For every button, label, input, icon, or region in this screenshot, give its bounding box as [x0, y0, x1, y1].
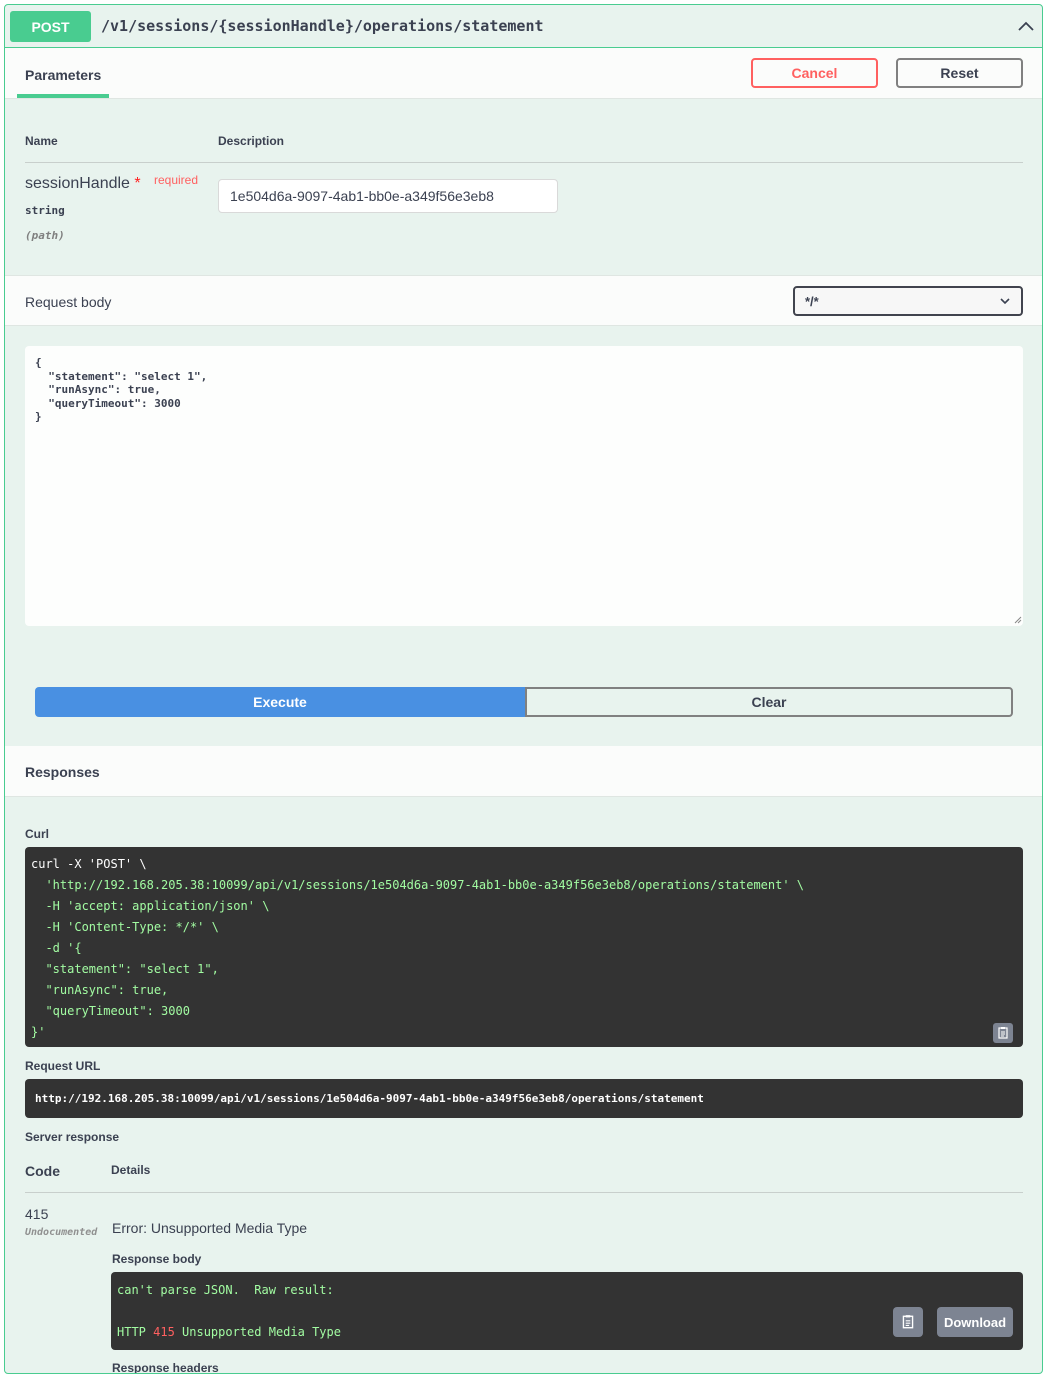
session-handle-input[interactable]	[218, 179, 558, 213]
response-body-line: can't parse JSON. Raw result:	[117, 1283, 334, 1297]
cancel-button[interactable]: Cancel	[751, 58, 878, 88]
execute-button[interactable]: Execute	[35, 687, 525, 717]
curl-code-block[interactable]: curl -X 'POST' \ 'http://192.168.205.38:…	[25, 847, 1023, 1047]
curl-line: "runAsync": true,	[31, 983, 169, 997]
param-name-text: sessionHandle	[25, 175, 130, 192]
endpoint-path: /v1/sessions/{sessionHandle}/operations/…	[101, 17, 544, 35]
curl-line: -d '{	[31, 941, 82, 955]
details-column-header: Details	[111, 1163, 151, 1177]
clear-button[interactable]: Clear	[525, 687, 1013, 717]
param-type: string	[25, 204, 65, 217]
request-url-value[interactable]: http://192.168.205.38:10099/api/v1/sessi…	[25, 1079, 1023, 1118]
tab-parameters[interactable]: Parameters	[25, 67, 101, 83]
method-badge: POST	[10, 11, 91, 42]
reset-button[interactable]: Reset	[896, 58, 1023, 88]
table-divider	[25, 162, 1023, 163]
column-header-description: Description	[218, 134, 285, 148]
request-body-header: Request body */*	[5, 275, 1042, 326]
chevron-down-icon	[1000, 298, 1010, 305]
response-body-label: Response body	[112, 1252, 202, 1266]
column-header-name: Name	[25, 134, 58, 148]
curl-line: curl -X 'POST' \	[31, 857, 147, 871]
response-body-block[interactable]: can't parse JSON. Raw result: ​ HTTP 415 U…	[111, 1272, 1023, 1350]
curl-line: "statement": "select 1",	[31, 962, 219, 976]
tab-underline	[17, 94, 109, 98]
curl-line: 'http://192.168.205.38:10099/api/v1/sess…	[31, 878, 805, 892]
resize-grip-icon[interactable]	[1012, 614, 1022, 624]
response-status-number: 415	[153, 1325, 175, 1339]
response-headers-label: Response headers	[112, 1361, 219, 1374]
server-response-label: Server response	[25, 1130, 120, 1144]
code-column-header: Code	[25, 1163, 60, 1179]
param-name: sessionHandle *	[25, 175, 141, 193]
chevron-up-icon[interactable]	[1016, 17, 1036, 37]
copy-response-button[interactable]	[893, 1307, 923, 1337]
copy-icon	[902, 1315, 914, 1329]
parameters-header: Parameters Cancel Reset	[5, 48, 1042, 99]
curl-line: }'	[31, 1025, 46, 1039]
required-label: required	[154, 173, 199, 187]
responses-title: Responses	[25, 764, 100, 780]
param-location: (path)	[25, 229, 65, 242]
operation-block: POST /v1/sessions/{sessionHandle}/operat…	[4, 4, 1043, 1374]
request-body-editor[interactable]: { "statement": "select 1", "runAsync": t…	[25, 346, 1023, 626]
status-code: 415	[25, 1206, 49, 1222]
error-text: Error: Unsupported Media Type	[112, 1220, 308, 1236]
required-star: *	[134, 175, 141, 192]
response-body-blank-line: ​	[117, 1301, 1017, 1322]
responses-header: Responses	[5, 746, 1042, 797]
response-body-line: HTTP 415 Unsupported Media Type	[117, 1325, 341, 1339]
curl-line: -H 'accept: application/json' \	[31, 899, 270, 913]
curl-line: -H 'Content-Type: */*' \	[31, 920, 219, 934]
content-type-value: */*	[805, 293, 819, 309]
status-note: Undocumented	[25, 1227, 98, 1238]
curl-line: "queryTimeout": 3000	[31, 1004, 190, 1018]
copy-curl-button[interactable]	[993, 1023, 1013, 1043]
operation-summary[interactable]: POST /v1/sessions/{sessionHandle}/operat…	[5, 5, 1042, 48]
download-button[interactable]: Download	[937, 1307, 1013, 1337]
curl-label: Curl	[25, 827, 49, 841]
response-table-divider	[25, 1192, 1023, 1193]
content-type-select[interactable]: */*	[793, 286, 1023, 316]
request-url-label: Request URL	[25, 1059, 101, 1073]
request-body-label: Request body	[25, 294, 112, 310]
copy-icon	[998, 1027, 1008, 1039]
